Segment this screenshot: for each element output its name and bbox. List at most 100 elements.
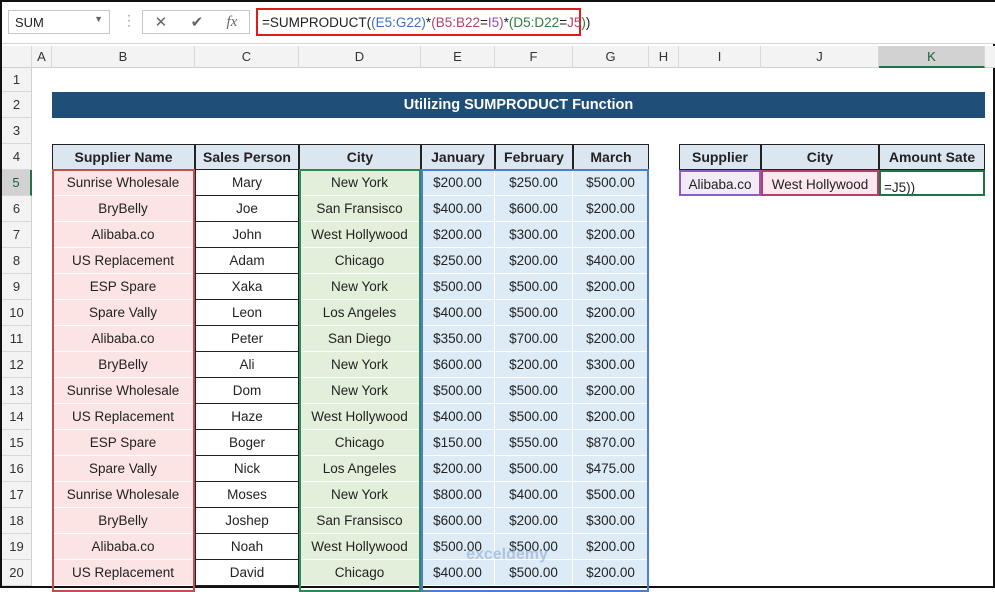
table-cell[interactable]: $400.00 [421, 300, 495, 326]
row-header-14[interactable]: 14 [2, 404, 32, 430]
table-cell[interactable]: San Fransisco [299, 508, 421, 534]
table-header-cell[interactable]: Supplier Name [52, 144, 195, 170]
row-header-15[interactable]: 15 [2, 430, 32, 456]
table-cell[interactable]: $200.00 [573, 378, 649, 404]
table-cell[interactable]: $550.00 [495, 430, 573, 456]
table-cell[interactable]: West Hollywood [299, 534, 421, 560]
column-header-E[interactable]: E [421, 46, 495, 68]
table-cell[interactable]: Peter [195, 326, 299, 352]
table-cell[interactable]: $400.00 [573, 248, 649, 274]
table-cell[interactable]: New York [299, 170, 421, 196]
table-cell[interactable]: Mary [195, 170, 299, 196]
table-header-cell[interactable]: March [573, 144, 649, 170]
table-cell[interactable]: Alibaba.co [52, 222, 195, 248]
table-cell[interactable]: New York [299, 378, 421, 404]
select-all-corner[interactable] [2, 46, 32, 68]
table-cell[interactable]: New York [299, 482, 421, 508]
table-cell[interactable]: ESP Spare [52, 274, 195, 300]
row-header-2[interactable]: 2 [2, 92, 32, 118]
table-cell[interactable]: $400.00 [495, 482, 573, 508]
row-header-19[interactable]: 19 [2, 534, 32, 560]
row-header-12[interactable]: 12 [2, 352, 32, 378]
table-cell[interactable]: Adam [195, 248, 299, 274]
column-header-D[interactable]: D [299, 46, 421, 68]
table-cell[interactable]: Leon [195, 300, 299, 326]
row-header-1[interactable]: 1 [2, 68, 32, 92]
table-cell[interactable]: New York [299, 274, 421, 300]
column-header-K[interactable]: K [879, 46, 985, 68]
table-cell[interactable]: $500.00 [495, 456, 573, 482]
table-cell[interactable]: Sunrise Wholesale [52, 482, 195, 508]
table-cell[interactable]: $600.00 [421, 352, 495, 378]
column-header-J[interactable]: J [761, 46, 879, 68]
row-header-8[interactable]: 8 [2, 248, 32, 274]
row-header-3[interactable]: 3 [2, 118, 32, 144]
lookup-header-cell[interactable]: Amount Sate [879, 144, 985, 170]
table-cell[interactable]: Spare Vally [52, 300, 195, 326]
table-cell[interactable]: $200.00 [421, 222, 495, 248]
table-cell[interactable]: $200.00 [573, 300, 649, 326]
table-cell[interactable]: Ali [195, 352, 299, 378]
table-cell[interactable]: $350.00 [421, 326, 495, 352]
table-cell[interactable]: $500.00 [495, 300, 573, 326]
formula-input[interactable]: =SUMPRODUCT((E5:G22)*(B5:B22=I5)*(D5:D22… [256, 8, 590, 36]
table-cell[interactable]: $200.00 [573, 534, 649, 560]
column-header-G[interactable]: G [573, 46, 649, 68]
table-header-cell[interactable]: February [495, 144, 573, 170]
column-header-H[interactable]: H [649, 46, 679, 68]
row-header-4[interactable]: 4 [2, 144, 32, 170]
table-cell[interactable]: Los Angeles [299, 456, 421, 482]
row-header-9[interactable]: 9 [2, 274, 32, 300]
table-cell[interactable]: US Replacement [52, 404, 195, 430]
table-cell[interactable]: $500.00 [495, 274, 573, 300]
table-cell[interactable]: John [195, 222, 299, 248]
insert-function-icon[interactable]: fx [226, 14, 237, 31]
table-cell[interactable]: Sunrise Wholesale [52, 378, 195, 404]
lookup-header-cell[interactable]: Supplier [679, 144, 761, 170]
table-cell[interactable]: $200.00 [573, 274, 649, 300]
table-cell[interactable]: $400.00 [421, 404, 495, 430]
lookup-header-cell[interactable]: City [761, 144, 879, 170]
table-cell[interactable]: US Replacement [52, 248, 195, 274]
column-header-C[interactable]: C [195, 46, 299, 68]
city-input-cell[interactable]: West Hollywood [761, 170, 879, 196]
row-header-20[interactable]: 20 [2, 560, 32, 586]
table-cell[interactable]: Joe [195, 196, 299, 222]
table-cell[interactable]: Xaka [195, 274, 299, 300]
table-cell[interactable]: $500.00 [495, 378, 573, 404]
table-cell[interactable]: San Fransisco [299, 196, 421, 222]
enter-check-icon[interactable]: ✔ [191, 13, 204, 31]
table-header-cell[interactable]: January [421, 144, 495, 170]
table-cell[interactable]: West Hollywood [299, 404, 421, 430]
table-cell[interactable]: Dom [195, 378, 299, 404]
row-header-10[interactable]: 10 [2, 300, 32, 326]
table-cell[interactable]: $500.00 [421, 378, 495, 404]
table-cell[interactable]: US Replacement [52, 560, 195, 586]
table-cell[interactable]: $200.00 [573, 222, 649, 248]
table-cell[interactable]: $250.00 [495, 170, 573, 196]
table-cell[interactable]: Chicago [299, 560, 421, 586]
row-header-5[interactable]: 5 [2, 170, 32, 196]
table-cell[interactable]: $300.00 [495, 222, 573, 248]
table-cell[interactable]: $475.00 [573, 456, 649, 482]
row-header-13[interactable]: 13 [2, 378, 32, 404]
table-cell[interactable]: $250.00 [421, 248, 495, 274]
table-cell[interactable]: $200.00 [573, 404, 649, 430]
table-cell[interactable]: ESP Spare [52, 430, 195, 456]
column-header-B[interactable]: B [52, 46, 195, 68]
table-cell[interactable]: $800.00 [421, 482, 495, 508]
table-cell[interactable]: BryBelly [52, 196, 195, 222]
table-cell[interactable]: West Hollywood [299, 222, 421, 248]
table-cell[interactable]: $500.00 [573, 482, 649, 508]
table-cell[interactable]: $200.00 [573, 326, 649, 352]
table-cell[interactable]: Joshep [195, 508, 299, 534]
table-cell[interactable]: $500.00 [495, 404, 573, 430]
table-cell[interactable]: $150.00 [421, 430, 495, 456]
column-header-A[interactable]: A [32, 46, 52, 68]
table-header-cell[interactable]: City [299, 144, 421, 170]
amount-editing-cell[interactable]: =J5)) [879, 170, 985, 196]
table-cell[interactable]: $600.00 [421, 508, 495, 534]
column-header-F[interactable]: F [495, 46, 573, 68]
table-cell[interactable]: $200.00 [573, 196, 649, 222]
table-header-cell[interactable]: Sales Person [195, 144, 299, 170]
